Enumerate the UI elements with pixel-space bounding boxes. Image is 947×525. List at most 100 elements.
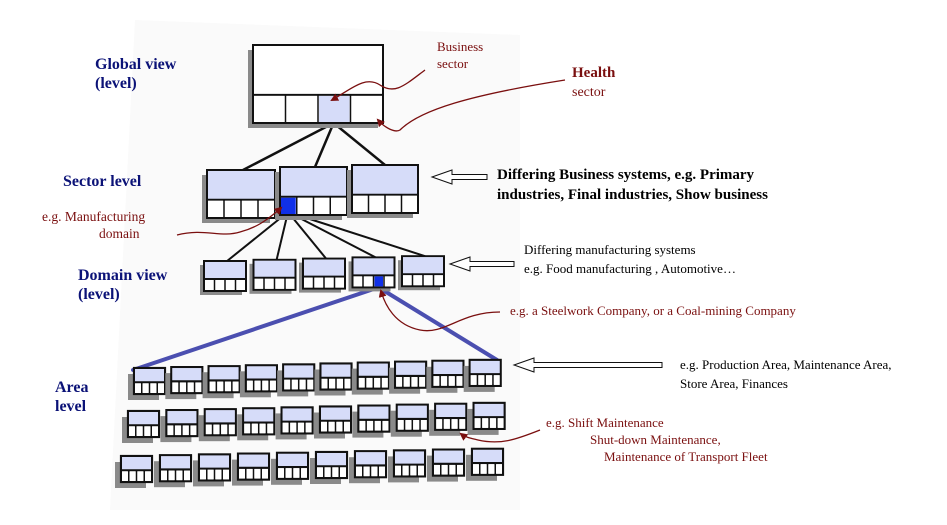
domain-node-3 <box>299 257 346 293</box>
node-cell <box>232 381 239 392</box>
node-top-pane <box>278 453 307 468</box>
node-cell <box>290 422 297 433</box>
node-top-pane <box>129 412 158 426</box>
node-cell <box>335 277 344 288</box>
node-top-pane <box>359 406 389 420</box>
annotation-health-sector: Health sector <box>572 63 615 103</box>
node-top-pane <box>244 409 274 423</box>
description-area-line1: e.g. Production Area, Maintenance Area, <box>680 357 892 372</box>
node-cell <box>396 377 402 387</box>
node-cell <box>482 418 489 428</box>
node-cell <box>374 420 381 431</box>
node-cell <box>340 467 346 477</box>
annotation-maintenance-line3: Maintenance of Transport Fleet <box>604 449 768 464</box>
node-cell <box>356 466 362 477</box>
node-cell <box>493 375 500 385</box>
node-top-pane <box>254 260 295 278</box>
node-cell <box>474 418 481 428</box>
domain-node-1 <box>200 260 247 295</box>
node-cell <box>221 424 228 435</box>
node-cell <box>284 379 290 390</box>
node-cell <box>275 278 284 289</box>
node-cell <box>137 471 144 481</box>
node-top-pane <box>200 455 229 469</box>
annotation-manufacturing-domain: e.g. Manufacturing domain <box>42 208 145 242</box>
node-cell <box>259 200 274 217</box>
node-cell <box>419 377 426 387</box>
node-cell-highlighted <box>319 95 350 122</box>
node-cell <box>205 280 214 290</box>
node-cell <box>215 280 224 290</box>
node-top-pane <box>434 450 463 464</box>
node-cell <box>184 470 190 481</box>
node-cell <box>244 423 250 434</box>
node-top-pane <box>282 408 312 422</box>
node-top-pane <box>474 403 504 418</box>
node-cell <box>351 95 382 122</box>
description-sector: Differing Business systems, e.g. Primary… <box>497 165 768 205</box>
node-cell <box>175 425 181 436</box>
description-domain-line2: e.g. Food manufacturing , Automotive… <box>524 261 736 276</box>
node-cell <box>459 419 466 429</box>
node-cell <box>317 467 323 477</box>
node-cell <box>413 275 422 286</box>
node-cell <box>448 376 455 386</box>
node-cell <box>129 426 135 436</box>
node-cell <box>152 426 158 436</box>
node-cell <box>332 467 339 477</box>
node-cell <box>337 378 343 389</box>
node-cell <box>150 383 157 393</box>
node-cell <box>301 468 307 478</box>
node-cell <box>278 468 284 478</box>
node-cell <box>176 470 183 481</box>
node-cell <box>374 377 381 388</box>
domain-node-2 <box>249 258 297 294</box>
node-cell <box>225 381 231 392</box>
node-cell <box>325 277 334 288</box>
node-cell <box>490 418 496 428</box>
node-top-pane <box>321 364 351 378</box>
node-cell <box>129 471 136 481</box>
node-cell <box>344 421 350 432</box>
level-label-sector: Sector level <box>63 172 141 191</box>
node-cell <box>424 275 433 286</box>
description-area-line2: Store Area, Finances <box>680 376 788 391</box>
node-cell-highlighted <box>374 276 383 287</box>
level-label-global-line1: Global view <box>95 56 177 73</box>
node-cell <box>497 418 504 428</box>
node-top-pane <box>246 366 276 380</box>
sector-node-2 <box>275 166 348 220</box>
node-cell-highlighted <box>281 197 296 214</box>
node-cell <box>382 420 389 431</box>
node-cell <box>486 375 492 385</box>
node-cell <box>366 377 373 388</box>
description-domain-line1: Differing manufacturing systems <box>524 242 696 257</box>
node-top-pane <box>172 368 202 382</box>
node-cell <box>304 277 313 288</box>
node-cell <box>402 465 409 476</box>
node-cell <box>359 420 366 431</box>
node-cell <box>418 465 424 476</box>
node-cell <box>456 376 463 386</box>
node-cell <box>441 464 448 475</box>
node-cell <box>329 378 335 389</box>
node-top-pane <box>396 362 426 376</box>
node-cell <box>298 422 304 433</box>
level-label-domain-line1: Domain view <box>78 267 168 284</box>
node-cell <box>299 379 306 390</box>
node-cell <box>167 425 174 436</box>
node-cell <box>200 469 206 480</box>
node-cell <box>403 275 412 286</box>
level-label-area-line2: level <box>55 398 87 415</box>
node-cell <box>267 423 274 434</box>
node-cell <box>367 420 373 431</box>
node-top-pane <box>470 360 500 375</box>
node-top-pane <box>209 367 239 381</box>
node-top-pane <box>167 411 197 425</box>
node-cell <box>382 377 388 388</box>
node-top-pane <box>208 171 274 200</box>
description-domain: Differing manufacturing systems e.g. Foo… <box>524 240 736 278</box>
node-cell <box>239 468 245 479</box>
node-cell <box>265 278 274 289</box>
node-top-pane <box>161 456 190 470</box>
